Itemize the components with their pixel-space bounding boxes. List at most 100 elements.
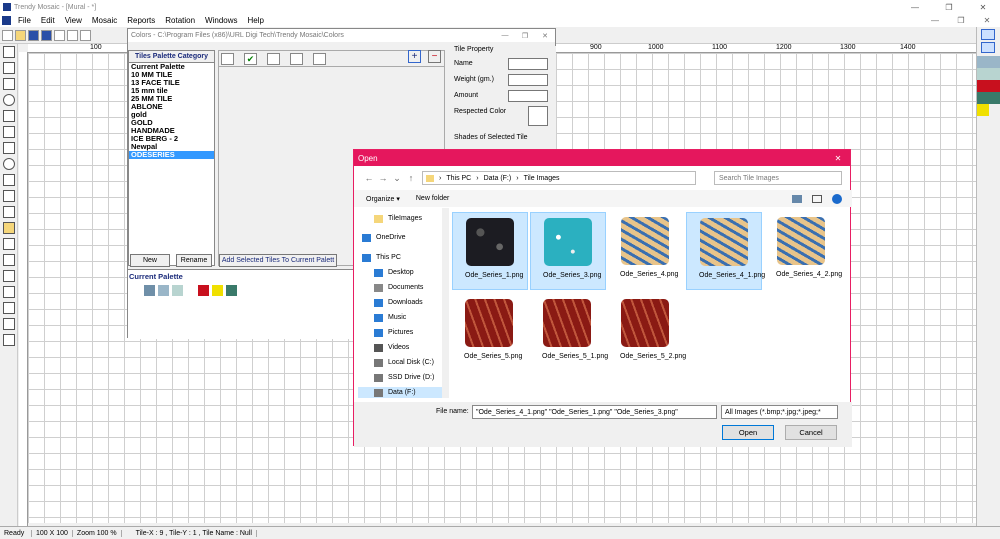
nav-item[interactable]: Pictures	[358, 327, 413, 338]
menu-file[interactable]: File	[13, 16, 36, 25]
file-item[interactable]: Ode_Series_5_1.png	[530, 294, 608, 372]
paste-icon[interactable]	[67, 29, 78, 41]
file-item[interactable]: Ode_Series_3.png	[530, 212, 606, 290]
file-item[interactable]: Ode_Series_4.png	[608, 212, 684, 290]
brush-icon[interactable]	[3, 222, 15, 234]
nav-item[interactable]: OneDrive	[358, 232, 406, 243]
mdi-restore-button[interactable]: ❐	[948, 16, 974, 25]
add-icon[interactable]: +	[408, 50, 421, 63]
mdi-close-button[interactable]: ✕	[974, 16, 1000, 25]
category-item[interactable]: ODESERIES	[129, 151, 214, 159]
chevron-down-icon[interactable]: ⌄	[390, 173, 404, 184]
nav-item[interactable]: Data (F:)	[358, 387, 448, 398]
lasso-icon[interactable]	[3, 62, 15, 74]
color-swatch[interactable]	[977, 92, 1000, 104]
save-icon[interactable]	[28, 29, 39, 41]
zoom-out-icon[interactable]	[3, 334, 15, 346]
file-item[interactable]: Ode_Series_4_2.png	[764, 212, 842, 290]
grid-icon[interactable]	[3, 286, 15, 298]
nav-item[interactable]: SSD Drive (D:)	[358, 372, 434, 383]
triangle-icon[interactable]	[3, 126, 15, 138]
amount-input[interactable]	[508, 90, 548, 102]
mdi-minimize-button[interactable]: —	[922, 16, 948, 25]
copy-icon[interactable]	[54, 29, 65, 41]
help-icon[interactable]	[832, 193, 842, 204]
up-arrow-icon[interactable]: ↑	[404, 173, 418, 183]
file-item[interactable]: Ode_Series_5.png	[452, 294, 528, 372]
nav-item[interactable]: This PC	[358, 252, 401, 263]
ellipse-icon[interactable]	[3, 158, 15, 170]
back-arrow-icon[interactable]: ←	[362, 173, 376, 183]
breadcrumb-data-f[interactable]: Data (F:)	[484, 175, 512, 182]
eyedropper-icon[interactable]	[3, 206, 15, 218]
colors-minimize-button[interactable]: —	[495, 32, 515, 40]
new-button[interactable]: New	[130, 254, 170, 267]
breadcrumb-tile-images[interactable]: Tile Images	[524, 175, 560, 182]
menu-reports[interactable]: Reports	[122, 16, 160, 25]
palette-swatch[interactable]	[144, 285, 155, 296]
scroll-up-icon[interactable]	[981, 29, 995, 40]
curve-icon[interactable]	[3, 142, 15, 154]
cancel-button[interactable]: Cancel	[785, 425, 837, 440]
organize-button[interactable]: Organize ▾	[366, 195, 400, 203]
color-swatch[interactable]	[977, 80, 1000, 92]
respected-color-box[interactable]	[528, 106, 548, 126]
zoom-in-icon[interactable]	[3, 318, 15, 330]
polygon-icon[interactable]	[3, 190, 15, 202]
cut-icon[interactable]	[80, 29, 91, 41]
remove-icon[interactable]: −	[428, 50, 441, 63]
nav-item[interactable]: Music	[358, 312, 406, 323]
colors-maximize-button[interactable]: ❐	[515, 32, 535, 40]
nav-item[interactable]: Downloads	[358, 297, 423, 308]
file-item[interactable]: Ode_Series_1.png	[452, 212, 528, 290]
category-list[interactable]: Current Palette 10 MM TILE 13 FACE TILE 15 …	[129, 63, 214, 159]
palette-swatch[interactable]	[226, 285, 237, 296]
copy-icon[interactable]	[290, 52, 303, 65]
rectangle-icon[interactable]	[3, 110, 15, 122]
paste-icon[interactable]	[313, 52, 326, 65]
nav-item[interactable]: TileImages	[358, 213, 422, 224]
nav-item[interactable]: Videos	[358, 342, 409, 353]
tile-grid-icon[interactable]	[3, 302, 15, 314]
nav-scrollbar[interactable]	[442, 208, 449, 398]
breadcrumb-this-pc[interactable]: This PC	[446, 175, 471, 182]
color-swatch[interactable]	[977, 104, 989, 116]
check-icon[interactable]: ✔	[244, 52, 257, 65]
view-options-icon[interactable]	[792, 194, 802, 203]
menu-rotation[interactable]: Rotation	[160, 16, 200, 25]
new-folder-button[interactable]: New folder	[416, 195, 449, 202]
fill-bucket-icon[interactable]	[3, 254, 15, 266]
file-item[interactable]: Ode_Series_5_2.png	[608, 294, 686, 372]
weight-input[interactable]	[508, 74, 548, 86]
rename-button[interactable]: Rename	[176, 254, 212, 267]
preview-pane-icon[interactable]	[812, 194, 822, 203]
file-type-filter[interactable]: All Images (*.bmp;*.jpg;*.jpeg;*	[721, 405, 838, 419]
save-icon[interactable]	[221, 52, 234, 65]
menu-help[interactable]: Help	[243, 16, 269, 25]
filled-rectangle-icon[interactable]	[3, 174, 15, 186]
palette-swatch[interactable]	[198, 285, 209, 296]
menu-windows[interactable]: Windows	[200, 16, 242, 25]
add-selected-tiles-button[interactable]: Add Selected Tiles To Current Palett	[219, 254, 337, 267]
name-input[interactable]	[508, 58, 548, 70]
save-as-icon[interactable]	[41, 29, 52, 41]
address-bar[interactable]: › This PC › Data (F:) › Tile Images	[422, 171, 696, 185]
nav-item[interactable]: Local Disk (C:)	[358, 357, 434, 368]
minimize-button[interactable]: —	[898, 3, 932, 12]
nav-item[interactable]: Documents	[358, 282, 423, 293]
circle-icon[interactable]	[3, 94, 15, 106]
open-button[interactable]: Open	[722, 425, 774, 440]
colors-close-button[interactable]: ✕	[535, 32, 555, 40]
nav-item[interactable]: Desktop	[358, 267, 414, 278]
color-swatch[interactable]	[977, 56, 1000, 68]
maximize-button[interactable]: ❐	[932, 3, 966, 12]
menu-edit[interactable]: Edit	[36, 16, 60, 25]
file-name-input[interactable]: "Ode_Series_4_1.png" "Ode_Series_1.png" …	[472, 405, 717, 419]
eraser-icon[interactable]	[3, 270, 15, 282]
new-file-icon[interactable]	[2, 29, 13, 41]
close-button[interactable]: ✕	[966, 3, 1000, 12]
open-folder-icon[interactable]	[15, 29, 26, 41]
color-swatch[interactable]	[977, 68, 1000, 80]
arrow-icon[interactable]	[3, 46, 15, 58]
pencil-icon[interactable]	[3, 238, 15, 250]
